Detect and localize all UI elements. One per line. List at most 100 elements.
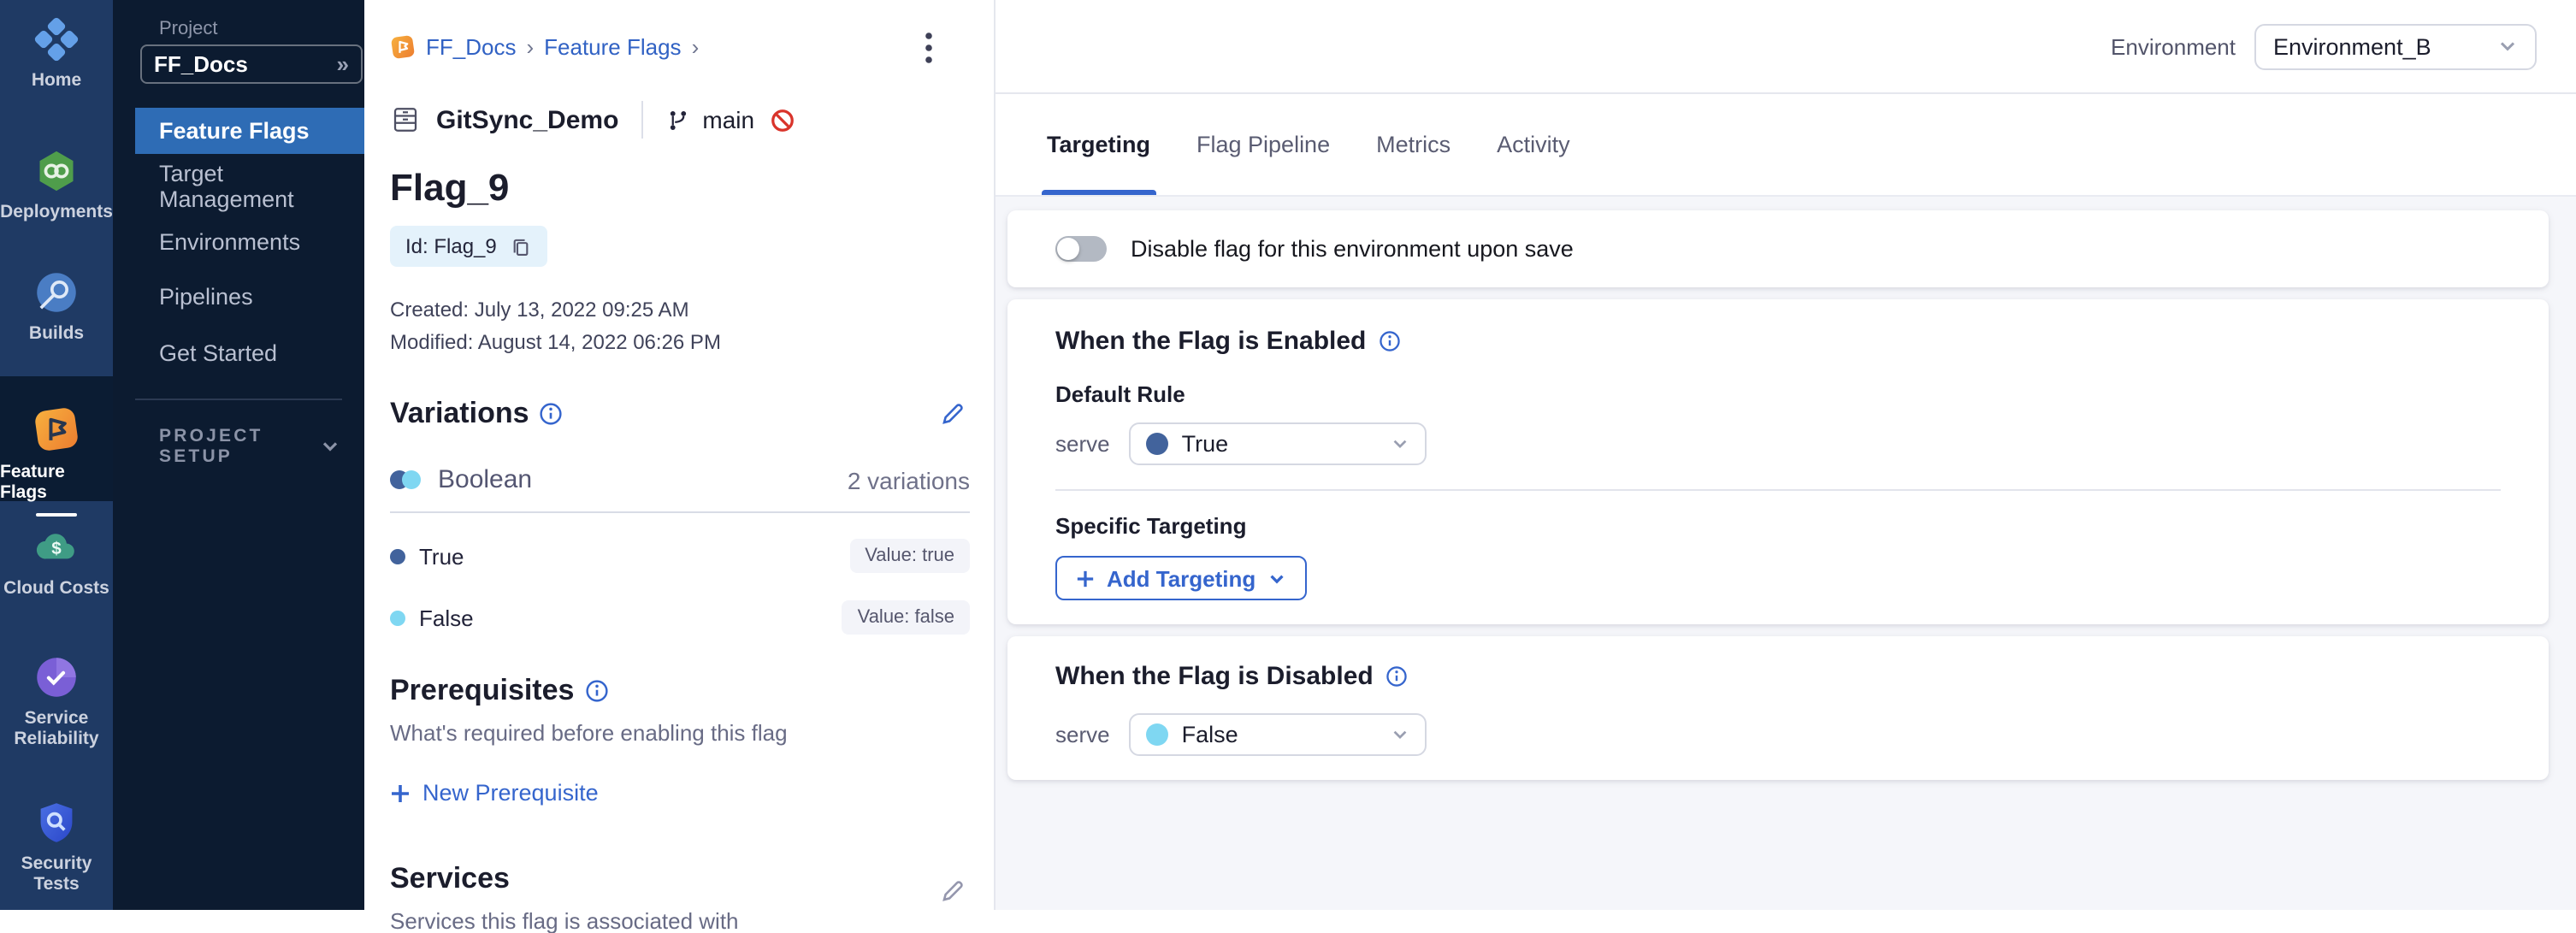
- toggle-knob: [1057, 238, 1079, 260]
- sidebar-module-security-tests[interactable]: Security Tests: [0, 800, 113, 895]
- add-targeting-label: Add Targeting: [1107, 565, 1256, 591]
- sidebar-module-home[interactable]: Home: [0, 17, 113, 91]
- info-icon[interactable]: [584, 679, 608, 703]
- modified-timestamp: Modified: August 14, 2022 06:26 PM: [390, 330, 970, 356]
- new-prerequisite-label: New Prerequisite: [422, 780, 599, 806]
- tab-targeting[interactable]: Targeting: [1047, 94, 1150, 195]
- breadcrumb-project-link[interactable]: FF_Docs: [426, 34, 516, 60]
- project-setup-section[interactable]: PROJECT SETUP: [159, 426, 340, 467]
- boolean-type-icon: [390, 470, 421, 489]
- sidebar-item-label: Target Management: [159, 160, 364, 211]
- disable-flag-card: Disable flag for this environment upon s…: [1007, 210, 2549, 287]
- flag-enabled-heading: When the Flag is Enabled: [1055, 327, 1366, 356]
- variation-color-dot: [1146, 433, 1168, 455]
- feature-flags-breadcrumb-icon: [390, 34, 416, 60]
- info-icon[interactable]: [1385, 665, 1408, 688]
- services-subtitle: Services this flag is associated with: [390, 907, 970, 933]
- environment-panel: Environment Environment_B Targeting Flag…: [996, 0, 2576, 910]
- tab-label: Metrics: [1376, 132, 1450, 157]
- environment-label: Environment: [2111, 33, 2236, 59]
- variations-heading-row: Variations: [390, 397, 970, 431]
- app-root: Home Deployments Builds: [0, 0, 2576, 910]
- active-module-underline: [36, 513, 77, 517]
- tab-activity[interactable]: Activity: [1497, 94, 1570, 195]
- gitsync-row: GitSync_Demo main: [390, 101, 970, 139]
- flag-tabs: Targeting Flag Pipeline Metrics Activity: [996, 94, 2576, 195]
- sidebar-item-environments[interactable]: Environments: [135, 219, 364, 265]
- disable-flag-toggle[interactable]: [1055, 236, 1107, 262]
- breadcrumb-feature-flags-link[interactable]: Feature Flags: [544, 34, 681, 60]
- environment-dropdown-value: Environment_B: [2273, 33, 2497, 59]
- git-repo-name[interactable]: GitSync_Demo: [436, 105, 618, 134]
- info-icon[interactable]: [1378, 330, 1400, 352]
- sidebar-item-label: Feature Flags: [159, 118, 310, 144]
- targeting-tab-content: Disable flag for this environment upon s…: [996, 195, 2576, 910]
- edit-services-icon[interactable]: [939, 877, 966, 904]
- variation-count: 2 variations: [848, 466, 970, 493]
- flag-disabled-heading: When the Flag is Disabled: [1055, 662, 1374, 691]
- module-label: Security Tests: [0, 853, 113, 895]
- sidebar-module-service-reliability[interactable]: Service Reliability: [0, 655, 113, 749]
- disabled-variation-value: False: [1182, 722, 1377, 747]
- sidebar-module-feature-flags[interactable]: Feature Flags: [0, 376, 113, 501]
- module-label: Feature Flags: [0, 462, 113, 503]
- sidebar-module-deployments[interactable]: Deployments: [0, 149, 113, 222]
- module-label: Service Reliability: [0, 708, 113, 749]
- disable-flag-toggle-label: Disable flag for this environment upon s…: [1131, 236, 1574, 262]
- tab-label: Targeting: [1047, 132, 1150, 157]
- variation-name: True: [419, 543, 464, 569]
- divider: [641, 101, 642, 139]
- service-reliability-icon: [34, 655, 79, 700]
- project-selector[interactable]: FF_Docs »: [140, 44, 363, 84]
- variation-color-dot: [390, 610, 405, 625]
- page-title: Flag_9: [390, 166, 970, 210]
- add-targeting-button[interactable]: Add Targeting: [1055, 556, 1307, 600]
- sidebar-item-pipelines[interactable]: Pipelines: [135, 274, 364, 320]
- module-label: Cloud Costs: [0, 578, 113, 599]
- git-branch-name[interactable]: main: [702, 106, 754, 133]
- sidebar-module-cloud-costs[interactable]: $ Cloud Costs: [0, 525, 113, 599]
- sidebar-item-get-started[interactable]: Get Started: [135, 330, 364, 376]
- sidebar-item-label: Environments: [159, 229, 300, 255]
- builds-icon: [34, 270, 79, 315]
- expand-projects-icon[interactable]: »: [337, 51, 349, 77]
- flag-enabled-heading-row: When the Flag is Enabled: [1055, 327, 2501, 356]
- tab-flag-pipeline[interactable]: Flag Pipeline: [1196, 94, 1330, 195]
- variation-type-row: Boolean 2 variations: [390, 465, 970, 494]
- project-section-label: Project: [159, 19, 218, 39]
- module-label: Home: [0, 70, 113, 91]
- edit-variations-icon[interactable]: [939, 400, 966, 428]
- new-prerequisite-button[interactable]: New Prerequisite: [390, 780, 599, 806]
- variations-heading: Variations: [390, 397, 529, 431]
- git-sync-error-icon[interactable]: [770, 107, 795, 133]
- variation-row-true: True Value: true: [390, 537, 970, 575]
- info-icon[interactable]: [540, 402, 564, 426]
- sidebar-module-builds[interactable]: Builds: [0, 270, 113, 344]
- copy-icon[interactable]: [511, 235, 533, 257]
- flag-enabled-card: When the Flag is Enabled Default Rule se…: [1007, 299, 2549, 624]
- home-icon: [34, 17, 79, 62]
- environment-dropdown[interactable]: Environment_B: [2254, 23, 2537, 69]
- feature-flags-icon: [32, 405, 80, 453]
- tab-metrics[interactable]: Metrics: [1376, 94, 1450, 195]
- default-rule-variation-dropdown[interactable]: True: [1129, 422, 1427, 465]
- serve-label: serve: [1055, 722, 1110, 747]
- flag-disabled-heading-row: When the Flag is Disabled: [1055, 662, 2501, 691]
- disabled-variation-dropdown[interactable]: False: [1129, 713, 1427, 756]
- sidebar-item-feature-flags[interactable]: Feature Flags: [135, 108, 364, 154]
- plus-icon: [1076, 569, 1095, 588]
- default-rule-serve-row: serve True: [1055, 422, 2501, 465]
- sidebar-item-label: Get Started: [159, 340, 277, 366]
- specific-targeting-label: Specific Targeting: [1055, 513, 2501, 539]
- prerequisites-heading-row: Prerequisites: [390, 674, 970, 708]
- variation-value-badge: Value: false: [842, 600, 970, 635]
- flag-options-menu-button[interactable]: [915, 31, 942, 65]
- project-sidebar: Project FF_Docs » Feature Flags Target M…: [113, 0, 364, 910]
- project-name: FF_Docs: [154, 51, 337, 77]
- chevron-down-icon: [1391, 725, 1409, 744]
- variation-row-false: False Value: false: [390, 599, 970, 636]
- sidebar-item-target-management[interactable]: Target Management: [135, 162, 364, 209]
- breadcrumb-separator: ›: [526, 34, 534, 60]
- git-repo-icon: [390, 104, 421, 135]
- services-heading: Services: [390, 861, 510, 895]
